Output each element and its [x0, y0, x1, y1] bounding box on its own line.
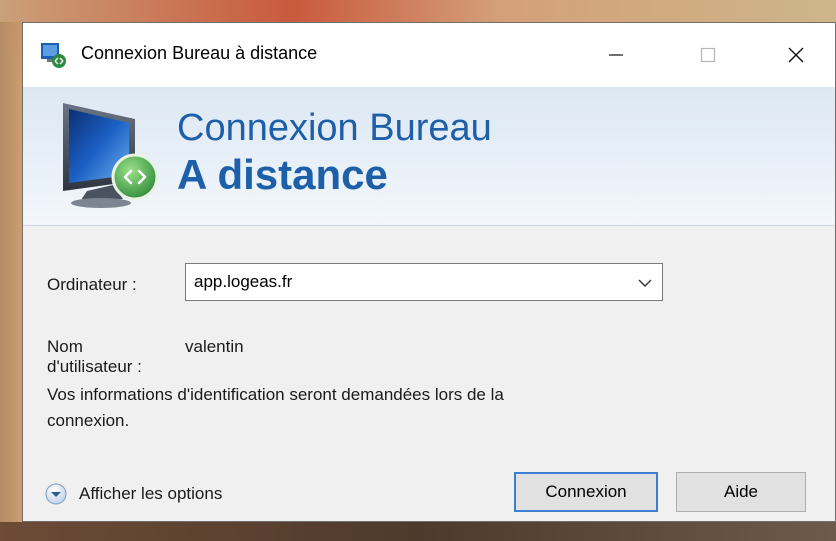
computer-input[interactable]	[188, 266, 618, 298]
connect-button[interactable]: Connexion	[514, 472, 658, 512]
help-button[interactable]: Aide	[676, 472, 806, 512]
banner-title-line1: Connexion Bureau	[177, 107, 492, 149]
remote-desktop-window: Connexion Bureau à distance Connexion Bu…	[22, 22, 836, 522]
computer-combobox[interactable]	[185, 263, 663, 301]
desktop-top-strip	[0, 0, 836, 22]
chevron-down-icon	[638, 279, 652, 287]
computer-dropdown-button[interactable]	[634, 273, 656, 293]
remote-desktop-monitor-icon	[63, 103, 159, 208]
banner: Connexion Bureau A distance	[23, 87, 835, 226]
title-bar[interactable]: Connexion Bureau à distance	[23, 23, 835, 87]
close-icon	[788, 47, 804, 63]
banner-title-line2: A distance	[177, 151, 388, 198]
close-button[interactable]	[767, 31, 825, 79]
minimize-icon	[609, 54, 623, 56]
username-label-line2: d'utilisateur :	[47, 357, 142, 376]
info-text-line2: connexion.	[47, 411, 130, 430]
username-value: valentin	[185, 337, 244, 356]
info-text-line1: Vos informations d'identification seront…	[47, 385, 504, 404]
desktop-bottom-strip	[0, 522, 836, 541]
show-options-toggle[interactable]: Afficher les options	[45, 479, 222, 509]
window-title: Connexion Bureau à distance	[81, 43, 318, 63]
username-label-line1: Nom	[47, 337, 83, 356]
expand-circle-icon	[45, 483, 67, 505]
maximize-button[interactable]	[679, 31, 737, 79]
computer-label: Ordinateur :	[47, 275, 137, 294]
minimize-button[interactable]	[587, 31, 645, 79]
show-options-label: Afficher les options	[79, 484, 223, 503]
remote-desktop-icon	[41, 43, 66, 68]
maximize-icon	[700, 47, 716, 63]
